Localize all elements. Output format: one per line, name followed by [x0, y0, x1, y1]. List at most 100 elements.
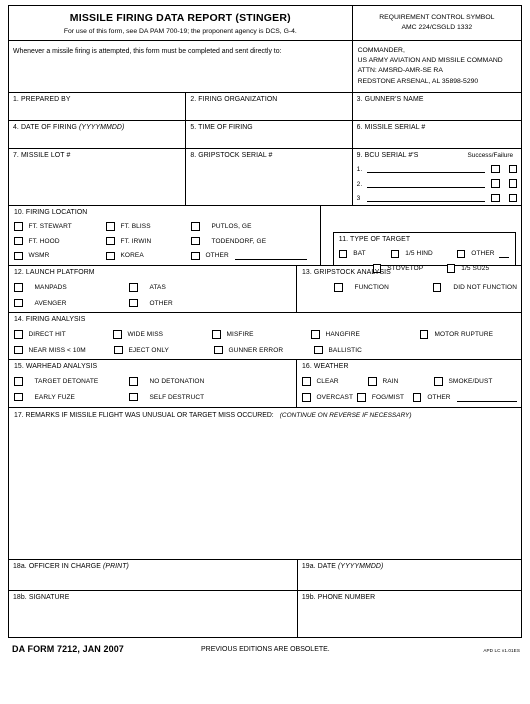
- section-remarks[interactable]: 17. REMARKS IF MISSILE FLIGHT WAS UNUSUA…: [9, 408, 521, 559]
- checkbox-option-location-other[interactable]: OTHER: [191, 251, 229, 260]
- checkbox-option-1-5-hind[interactable]: 1/5 HIND: [390, 249, 457, 258]
- direct-hit-checkbox[interactable]: [14, 330, 23, 339]
- hind-checkbox[interactable]: [390, 249, 400, 258]
- target-other-checkbox[interactable]: [456, 249, 466, 258]
- checkbox-option-function[interactable]: FUNCTION: [334, 283, 433, 292]
- location-other-input[interactable]: [234, 251, 307, 261]
- checkbox-option-gunner-error[interactable]: GUNNER ERROR: [214, 345, 314, 355]
- bcu-row-2-success-checkbox[interactable]: [491, 179, 500, 188]
- checkbox-option-platform-other[interactable]: OTHER: [129, 298, 173, 308]
- ft-irwin-checkbox[interactable]: [106, 236, 115, 246]
- bcu-row-2-failure-checkbox[interactable]: [508, 179, 518, 188]
- checkbox-option-wsmr[interactable]: WSMR: [14, 251, 106, 260]
- ft-stewart-checkbox[interactable]: [14, 222, 23, 231]
- ft-bliss-checkbox[interactable]: [106, 222, 115, 231]
- bcu-row-3-failure-checkbox[interactable]: [508, 193, 518, 203]
- checkbox-option-ft-stewart[interactable]: FT. STEWART: [14, 222, 106, 231]
- overcast-checkbox[interactable]: [302, 393, 311, 402]
- avenger-checkbox[interactable]: [14, 298, 23, 308]
- field-officer-in-charge[interactable]: 18a. OFFICER IN CHARGE (PRINT): [9, 559, 298, 590]
- checkbox-option-fog-mist[interactable]: FOG/MIST: [357, 393, 412, 402]
- checkbox-option-overcast[interactable]: OVERCAST: [302, 393, 357, 402]
- no-detonation-checkbox[interactable]: [129, 377, 138, 386]
- field-signature[interactable]: 18b. SIGNATURE: [9, 590, 298, 637]
- motor-rupture-checkbox[interactable]: [419, 330, 429, 339]
- early-fuze-checkbox[interactable]: [14, 392, 23, 402]
- checkbox-option-misfire[interactable]: MISFIRE: [212, 330, 311, 339]
- checkbox-option-atas[interactable]: ATAS: [129, 283, 166, 292]
- location-other-checkbox[interactable]: [191, 251, 200, 260]
- gunner-error-checkbox[interactable]: [214, 345, 223, 355]
- checkbox-option-ft-hood[interactable]: FT. HOOD: [14, 236, 106, 246]
- checkbox-option-weather-other[interactable]: OTHER: [412, 393, 451, 402]
- manpads-checkbox[interactable]: [14, 283, 23, 292]
- checkbox-option-bat[interactable]: BAT: [338, 249, 391, 258]
- ballistic-checkbox[interactable]: [314, 345, 323, 355]
- field-gunners-name[interactable]: 3. GUNNER'S NAME: [353, 93, 521, 120]
- misfire-checkbox[interactable]: [212, 330, 221, 339]
- bcu-row-1-failure-checkbox[interactable]: [508, 164, 518, 174]
- target-detonate-checkbox[interactable]: [14, 377, 23, 386]
- checkbox-option-avenger[interactable]: AVENGER: [14, 298, 129, 308]
- field-missile-serial[interactable]: 6. MISSILE SERIAL #: [353, 121, 521, 148]
- korea-checkbox[interactable]: [106, 251, 115, 260]
- checkbox-option-ballistic[interactable]: BALLISTIC: [314, 345, 424, 355]
- fog-mist-checkbox[interactable]: [357, 393, 366, 402]
- checkbox-option-ft-bliss[interactable]: FT. BLISS: [106, 222, 191, 231]
- checkbox-option-hangfire[interactable]: HANGFIRE: [311, 330, 420, 339]
- checkbox-option-self-destruct[interactable]: SELF DESTRUCT: [129, 392, 204, 402]
- checkbox-option-smoke-dust[interactable]: SMOKE/DUST: [434, 377, 492, 386]
- weather-other-checkbox[interactable]: [412, 393, 422, 402]
- checkbox-option-early-fuze[interactable]: EARLY FUZE: [14, 392, 129, 402]
- checkbox-option-ft-irwin[interactable]: FT. IRWIN: [106, 236, 191, 246]
- atas-checkbox[interactable]: [129, 283, 138, 292]
- checkbox-option-korea[interactable]: KOREA: [106, 251, 191, 260]
- bcu-row-1-success-checkbox[interactable]: [491, 164, 500, 174]
- field-gripstock-serial[interactable]: 8. GRIPSTOCK SERIAL #: [186, 148, 353, 206]
- todendorf-ge-checkbox[interactable]: [191, 236, 200, 246]
- bcu-row-1-input[interactable]: [366, 163, 486, 174]
- checkbox-option-todendorf-ge[interactable]: TODENDORF, GE: [191, 236, 266, 246]
- wide-miss-checkbox[interactable]: [113, 330, 122, 339]
- checkbox-option-manpads[interactable]: MANPADS: [14, 283, 129, 292]
- hangfire-checkbox[interactable]: [311, 330, 320, 339]
- checkbox-option-direct-hit[interactable]: DIRECT HIT: [14, 330, 113, 339]
- checkbox-option-did-not-function[interactable]: DID NOT FUNCTION: [432, 283, 517, 292]
- date-format: (YYYYMMDD): [337, 562, 384, 570]
- checkbox-option-rain[interactable]: RAIN: [368, 377, 434, 386]
- bat-checkbox[interactable]: [338, 249, 348, 258]
- did-not-function-checkbox[interactable]: [432, 283, 442, 292]
- field-firing-organization[interactable]: 2. FIRING ORGANIZATION: [186, 92, 353, 120]
- checkbox-option-clear[interactable]: CLEAR: [302, 377, 368, 386]
- eject-only-checkbox[interactable]: [114, 345, 123, 355]
- checkbox-option-wide-miss[interactable]: WIDE MISS: [113, 330, 212, 339]
- bcu-row-3-input[interactable]: [366, 192, 486, 203]
- weather-other-input[interactable]: [456, 393, 517, 402]
- checkbox-option-near-miss[interactable]: NEAR MISS < 10M: [14, 345, 114, 355]
- smoke-dust-checkbox[interactable]: [434, 377, 443, 386]
- checkbox-option-target-other[interactable]: OTHER: [456, 249, 495, 258]
- checkbox-option-motor-rupture[interactable]: MOTOR RUPTURE: [419, 330, 519, 339]
- rain-checkbox[interactable]: [368, 377, 377, 386]
- field-prepared-by[interactable]: 1. PREPARED BY: [9, 92, 187, 120]
- checkbox-option-target-detonate[interactable]: TARGET DETONATE: [14, 377, 129, 386]
- putlos-ge-checkbox[interactable]: [191, 222, 200, 231]
- near-miss-checkbox[interactable]: [14, 345, 23, 355]
- wsmr-checkbox[interactable]: [14, 251, 23, 260]
- field-phone-number[interactable]: 19b. PHONE NUMBER: [298, 591, 521, 637]
- function-checkbox[interactable]: [334, 283, 343, 292]
- checkbox-option-no-detonation[interactable]: NO DETONATION: [129, 377, 204, 386]
- checkbox-option-putlos-ge[interactable]: PUTLOS, GE: [191, 222, 252, 231]
- field-missile-lot[interactable]: 7. MISSILE LOT #: [9, 148, 187, 206]
- bcu-row-3-success-checkbox[interactable]: [491, 193, 500, 203]
- field-date-of-firing[interactable]: 4. DATE OF FIRING (YYYYMMDD): [9, 120, 187, 148]
- checkbox-option-eject-only[interactable]: EJECT ONLY: [114, 345, 214, 355]
- field-time-of-firing[interactable]: 5. TIME OF FIRING: [186, 120, 353, 148]
- target-other-input[interactable]: [498, 249, 509, 259]
- platform-other-checkbox[interactable]: [129, 298, 138, 308]
- clear-checkbox[interactable]: [302, 377, 311, 386]
- bcu-row-2-input[interactable]: [366, 178, 486, 188]
- self-destruct-checkbox[interactable]: [129, 392, 138, 402]
- field-date[interactable]: 19a. DATE (YYYYMMDD): [298, 560, 521, 590]
- ft-hood-checkbox[interactable]: [14, 236, 23, 246]
